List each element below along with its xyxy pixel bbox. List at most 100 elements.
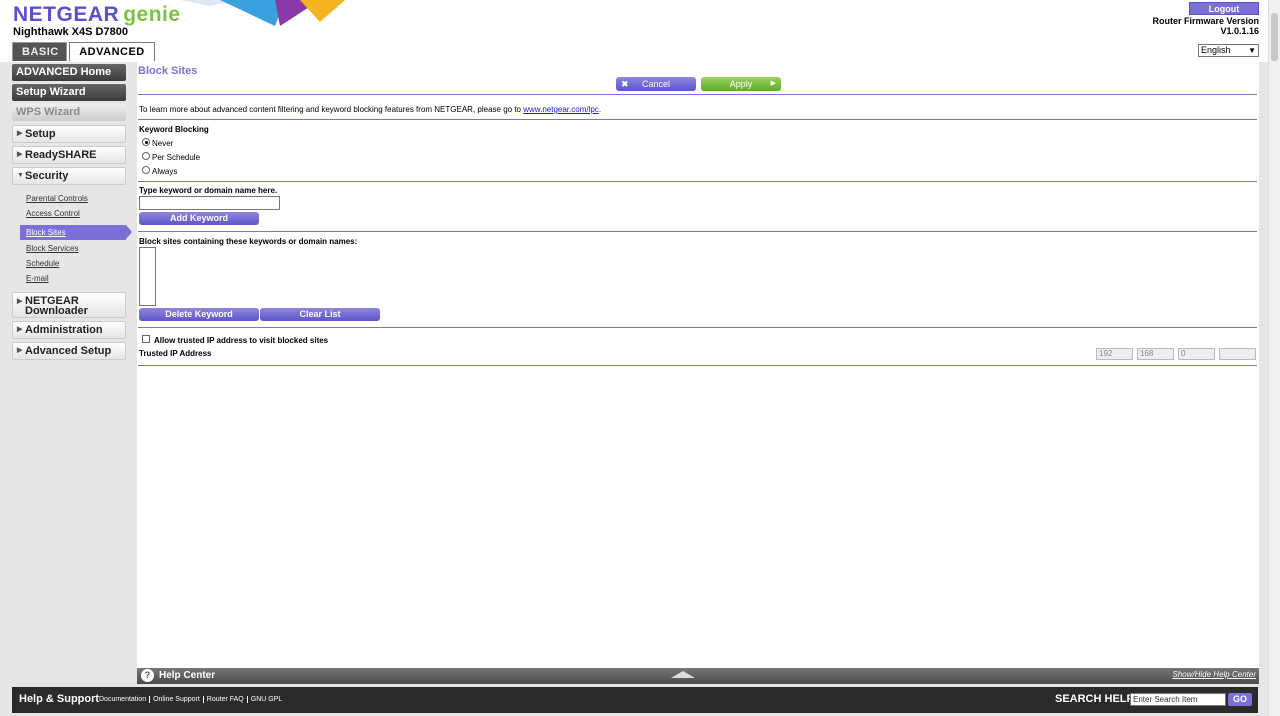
logout-button[interactable]: Logout	[1189, 2, 1259, 15]
sidebar-group-readyshare[interactable]: ▶ ReadySHARE	[12, 146, 126, 164]
apply-label: Apply	[729, 79, 753, 89]
sidebar-advanced-home[interactable]: ADVANCED Home	[12, 64, 126, 81]
allow-trusted-ip-checkbox[interactable]	[142, 335, 150, 343]
block-list-label: Block sites containing these keywords or…	[139, 237, 358, 246]
sidebar-group-netgear-downloader[interactable]: ▶ NETGEAR Downloader	[12, 292, 126, 318]
info-text-body: To learn more about advanced content fil…	[139, 105, 524, 114]
sidebar-group-security[interactable]: ▼ Security	[12, 167, 126, 185]
search-go-button[interactable]: GO	[1228, 693, 1252, 706]
help-center-bar: ? Help Center Show/Hide Help Center	[137, 668, 1259, 684]
type-keyword-label: Type keyword or domain name here.	[139, 186, 278, 195]
sidebar-group-label: ReadySHARE	[25, 149, 97, 161]
sidebar-group-label: NETGEAR Downloader	[25, 295, 88, 317]
trusted-ip-octet-2[interactable]: 168	[1137, 348, 1174, 360]
triangle-right-icon: ▶	[770, 80, 776, 87]
tab-advanced[interactable]: ADVANCED	[69, 42, 155, 61]
sidebar-wps-wizard[interactable]: WPS Wizard	[12, 104, 126, 121]
footer-link-documentation[interactable]: Documentation	[99, 696, 151, 703]
radio-always-label: Always	[152, 167, 178, 176]
sidebar: ADVANCED Home Setup Wizard WPS Wizard ▶ …	[12, 64, 132, 363]
cancel-label: Cancel	[641, 79, 670, 89]
keyword-blocking-label: Keyword Blocking	[139, 125, 209, 134]
trusted-ip-octet-4[interactable]	[1219, 348, 1256, 360]
trusted-ip-octet-3[interactable]: 0	[1178, 348, 1215, 360]
main-panel: Block Sites ✖ Cancel Apply ▶ To learn mo…	[137, 62, 1259, 668]
delete-keyword-button[interactable]: Delete Keyword	[139, 308, 259, 321]
cancel-button[interactable]: ✖ Cancel	[616, 77, 696, 91]
radio-per-schedule[interactable]	[142, 152, 150, 160]
keyword-input[interactable]	[139, 196, 280, 210]
help-support-title: Help & Support	[19, 693, 100, 705]
sidebar-group-advanced-setup[interactable]: ▶ Advanced Setup	[12, 342, 126, 360]
expand-up-icon[interactable]	[671, 671, 695, 678]
sidebar-item-access-control[interactable]: Access Control	[12, 206, 128, 221]
radio-per-schedule-label: Per Schedule	[152, 153, 201, 162]
firmware-version: V1.0.1.16	[1220, 26, 1259, 36]
add-keyword-button[interactable]: Add Keyword	[139, 212, 259, 225]
radio-never[interactable]	[142, 138, 150, 146]
help-icon: ?	[141, 669, 154, 682]
radio-never-label: Never	[152, 139, 174, 148]
sidebar-group-label: Administration	[25, 324, 103, 336]
sidebar-group-setup[interactable]: ▶ Setup	[12, 125, 126, 143]
scrollbar-thumb[interactable]	[1271, 13, 1278, 61]
footer: Help & Support Documentation Online Supp…	[12, 687, 1258, 713]
divider	[138, 119, 1257, 120]
mode-tabs: BASIC ADVANCED	[12, 42, 155, 62]
divider	[138, 181, 1257, 182]
close-icon: ✖	[621, 79, 629, 89]
info-text: To learn more about advanced content fil…	[139, 105, 601, 114]
divider	[138, 231, 1257, 232]
sidebar-item-block-sites[interactable]: Block Sites	[20, 225, 132, 240]
footer-links: Documentation Online Support Router FAQ …	[99, 696, 285, 703]
sidebar-group-label: Advanced Setup	[25, 345, 112, 357]
triangle-right-icon: ▶	[17, 298, 23, 305]
triangle-right-icon: ▶	[17, 326, 23, 333]
apply-button[interactable]: Apply ▶	[701, 77, 781, 91]
search-help-input[interactable]: Enter Search Item	[1130, 693, 1226, 706]
blocked-keywords-list[interactable]	[139, 247, 156, 306]
clear-list-button[interactable]: Clear List	[260, 308, 380, 321]
trusted-ip-label: Trusted IP Address	[139, 349, 212, 358]
trusted-ip-octet-1[interactable]: 192	[1096, 348, 1133, 360]
sidebar-item-parental-controls[interactable]: Parental Controls	[12, 191, 128, 206]
divider	[138, 94, 1257, 95]
triangle-right-icon: ▶	[17, 130, 23, 137]
triangle-right-icon: ▶	[17, 347, 23, 354]
sidebar-item-block-services[interactable]: Block Services	[12, 241, 128, 256]
divider	[138, 365, 1257, 366]
router-model: Nighthawk X4S D7800	[13, 26, 128, 38]
firmware-info: Router Firmware Version V1.0.1.16	[1152, 16, 1259, 36]
header-decoration	[180, 0, 345, 26]
logo-netgear-text: NETGEAR	[13, 3, 120, 26]
help-center-label: Help Center	[159, 670, 216, 681]
sidebar-item-schedule[interactable]: Schedule	[12, 256, 128, 271]
chevron-down-icon: ▼	[1248, 46, 1256, 55]
info-text-end: .	[598, 105, 602, 114]
sidebar-group-label: Setup	[25, 128, 56, 140]
netgear-genie-logo: NETGEAR genie	[13, 3, 181, 27]
divider	[138, 327, 1257, 328]
footer-link-online-support[interactable]: Online Support	[150, 696, 204, 703]
netgear-lpc-link[interactable]: www.netgear.com/lpc	[523, 105, 599, 114]
tab-basic[interactable]: BASIC	[12, 42, 67, 61]
page-scrollbar[interactable]	[1268, 0, 1280, 716]
radio-always[interactable]	[142, 166, 150, 174]
language-value: English	[1201, 45, 1231, 55]
allow-trusted-ip-label: Allow trusted IP address to visit blocke…	[154, 336, 329, 345]
header: NETGEAR genie Nighthawk X4S D7800 BASIC A…	[0, 0, 1280, 62]
logo-genie-text: genie	[123, 3, 181, 26]
show-hide-help-link[interactable]: Show/Hide Help Center	[1172, 670, 1256, 679]
sidebar-group-label: Security	[25, 170, 69, 182]
firmware-label: Router Firmware Version	[1152, 16, 1259, 26]
page-title: Block Sites	[138, 65, 198, 77]
language-select[interactable]: English ▼	[1198, 44, 1259, 57]
footer-link-router-faq[interactable]: Router FAQ	[204, 696, 248, 703]
triangle-down-icon: ▼	[17, 172, 24, 179]
sidebar-setup-wizard[interactable]: Setup Wizard	[12, 84, 126, 101]
security-submenu: Parental Controls Access Control Block S…	[12, 191, 132, 286]
sidebar-group-administration[interactable]: ▶ Administration	[12, 321, 126, 339]
search-help-label: SEARCH HELP	[1055, 693, 1134, 705]
footer-link-gnu-gpl[interactable]: GNU GPL	[248, 696, 286, 703]
sidebar-item-email[interactable]: E-mail	[12, 271, 128, 286]
